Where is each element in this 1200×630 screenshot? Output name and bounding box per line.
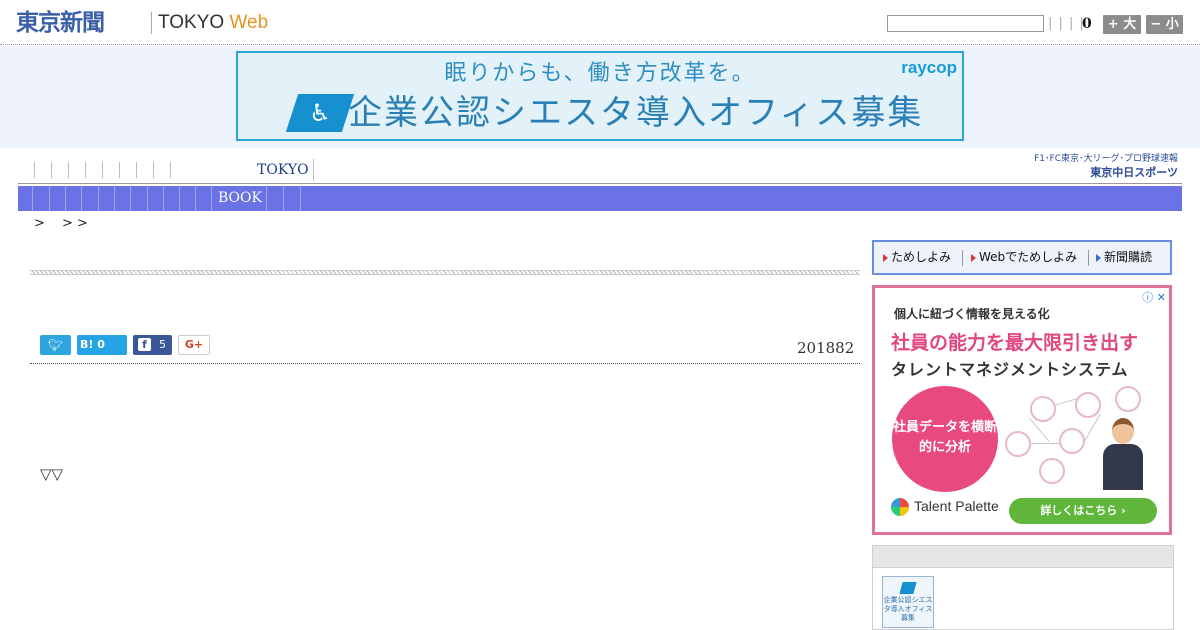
category-tab[interactable] — [267, 186, 284, 211]
nav-item[interactable] — [51, 162, 52, 178]
category-nav-bar: BOOK — [18, 186, 1182, 211]
nav-item[interactable] — [68, 162, 69, 178]
article-marks: ▽▽ — [40, 465, 64, 483]
top-ad-area: 眠りからも、働き方改革を。 raycop ♿︎ 企業公認シエスタ導入オフィス募集 — [0, 46, 1200, 148]
newspaper-subscribe-link[interactable]: 新聞購読 — [1093, 242, 1152, 273]
font-size-increase-button[interactable]: + 大 — [1103, 15, 1141, 34]
category-tab-book-frame — [212, 186, 267, 211]
category-tab[interactable] — [180, 186, 196, 211]
ad-brand-name: Talent Palette — [914, 498, 999, 514]
arrow-right-icon — [971, 254, 976, 262]
siesta-icon: ♿︎ — [285, 94, 355, 132]
tokyo-web-logo[interactable]: TOKYO Web — [158, 11, 268, 35]
sidebar-box: 企業公認シエスタ導入オフィス募集 — [872, 545, 1174, 630]
facebook-share-button[interactable]: f 5 — [133, 335, 172, 355]
nav-item[interactable] — [85, 162, 86, 178]
web-trial-reading-link[interactable]: Webでためしよみ — [968, 242, 1077, 273]
site-logo[interactable]: 東京新聞 — [16, 8, 105, 38]
laptop-icon — [1030, 396, 1056, 422]
font-size-value: 0 — [1082, 16, 1092, 32]
ad-feature-circle: 社員データを横断的に分析 — [892, 386, 998, 492]
web-label: Web — [229, 12, 269, 33]
sports-news-label: F1･FC東京･大リーグ･プロ野球速報 — [1034, 154, 1178, 164]
category-tab[interactable] — [131, 186, 148, 211]
facebook-icon: f — [138, 338, 151, 351]
link-divider — [962, 250, 963, 266]
search-input[interactable] — [887, 15, 1044, 32]
link-divider — [1088, 250, 1089, 266]
newspaper-subscribe-label: 新聞購読 — [1104, 250, 1153, 264]
document-icon — [1039, 458, 1065, 484]
date-divider — [30, 363, 860, 364]
sidebar-box-header — [873, 546, 1173, 568]
facebook-share-count: 5 — [159, 338, 166, 351]
article-date: 201882 — [797, 339, 855, 357]
nav-item[interactable] — [170, 162, 171, 178]
category-tab[interactable] — [18, 186, 33, 211]
bar-chart-icon — [1005, 431, 1031, 457]
ad-headline: 眠りからも、働き方改革を。 — [444, 61, 756, 86]
google-plus-share-button[interactable]: G+ — [178, 335, 210, 355]
top-banner-ad[interactable]: 眠りからも、働き方改革を。 raycop ♿︎ 企業公認シエスタ導入オフィス募集 — [236, 51, 964, 141]
category-tab[interactable] — [148, 186, 164, 211]
category-tab[interactable] — [33, 186, 50, 211]
chunichi-sports-link[interactable]: F1･FC東京･大リーグ･プロ野球速報 東京中日スポーツ — [1024, 153, 1180, 181]
category-tab[interactable] — [50, 186, 66, 211]
arrow-right-icon — [883, 254, 888, 262]
nav-item[interactable] — [102, 162, 103, 178]
nav-item-tokyo[interactable]: TOKYO — [253, 159, 314, 181]
siesta-icon — [899, 582, 917, 594]
nav-divider — [18, 183, 1182, 184]
ad-info-close-icon[interactable]: ⓘ ✕ — [1142, 289, 1166, 305]
category-tab[interactable] — [284, 186, 301, 211]
hatena-bookmark-button[interactable]: B! 0 — [77, 335, 127, 355]
site-header: 東京新聞 TOKYO Web | | | | 0 + 大 − 小 — [0, 0, 1200, 45]
nav-item[interactable] — [153, 162, 154, 178]
category-tab[interactable] — [164, 186, 180, 211]
trial-reading-link[interactable]: ためしよみ — [880, 242, 951, 273]
pentagon-icon — [1059, 428, 1085, 454]
ad-brand-logo: raycop — [901, 58, 957, 77]
subscription-links: ためしよみ Webでためしよみ 新聞購読 — [872, 240, 1172, 275]
siesta-ad-thumbnail[interactable]: 企業公認シエスタ導入オフィス募集 — [882, 576, 934, 628]
palette-icon — [891, 498, 909, 517]
header-link-separators: | | | | — [1048, 16, 1085, 31]
ad-product-name: タレントマネジメントシステム — [891, 360, 1129, 379]
logo-divider — [151, 12, 152, 34]
category-tab[interactable] — [115, 186, 131, 211]
ad-brand: Talent Palette — [891, 498, 999, 517]
chart-icon — [1075, 392, 1101, 418]
title-divider — [30, 270, 860, 275]
nav-item[interactable] — [119, 162, 120, 178]
font-size-decrease-button[interactable]: − 小 — [1146, 15, 1183, 34]
section-nav: TOKYO — [34, 159, 314, 181]
ad-tagline: 個人に紐づく情報を見える化 — [894, 307, 1050, 321]
pie-chart-icon — [1115, 386, 1141, 412]
twitter-share-button[interactable]: 🐦︎ — [40, 335, 71, 355]
twitter-icon: 🐦︎ — [47, 338, 64, 352]
category-tab[interactable] — [196, 186, 212, 211]
ad-headline: 社員の能力を最大限引き出す — [891, 332, 1139, 354]
arrow-right-icon — [1096, 254, 1101, 262]
category-tab[interactable] — [99, 186, 115, 211]
web-trial-reading-label: Webでためしよみ — [979, 250, 1078, 264]
nav-item[interactable] — [34, 162, 35, 178]
ad-subheadline: 企業公認シエスタ導入オフィス募集 — [348, 93, 924, 133]
category-tab[interactable] — [82, 186, 99, 211]
nav-item[interactable] — [136, 162, 137, 178]
ad-cta-button[interactable]: 詳しくはこちら › — [1009, 498, 1157, 524]
trial-reading-label: ためしよみ — [891, 250, 952, 264]
chunichi-sports-label: 東京中日スポーツ — [1090, 166, 1178, 179]
tokyo-label: TOKYO — [158, 12, 230, 33]
breadcrumb: > > > — [34, 216, 88, 231]
category-tab[interactable] — [66, 186, 82, 211]
person-illustration — [1103, 418, 1143, 490]
sidebar-ad[interactable]: ⓘ ✕ 個人に紐づく情報を見える化 社員の能力を最大限引き出す タレントマネジメ… — [872, 285, 1172, 535]
thumbnail-caption: 企業公認シエスタ導入オフィス募集 — [883, 596, 933, 622]
